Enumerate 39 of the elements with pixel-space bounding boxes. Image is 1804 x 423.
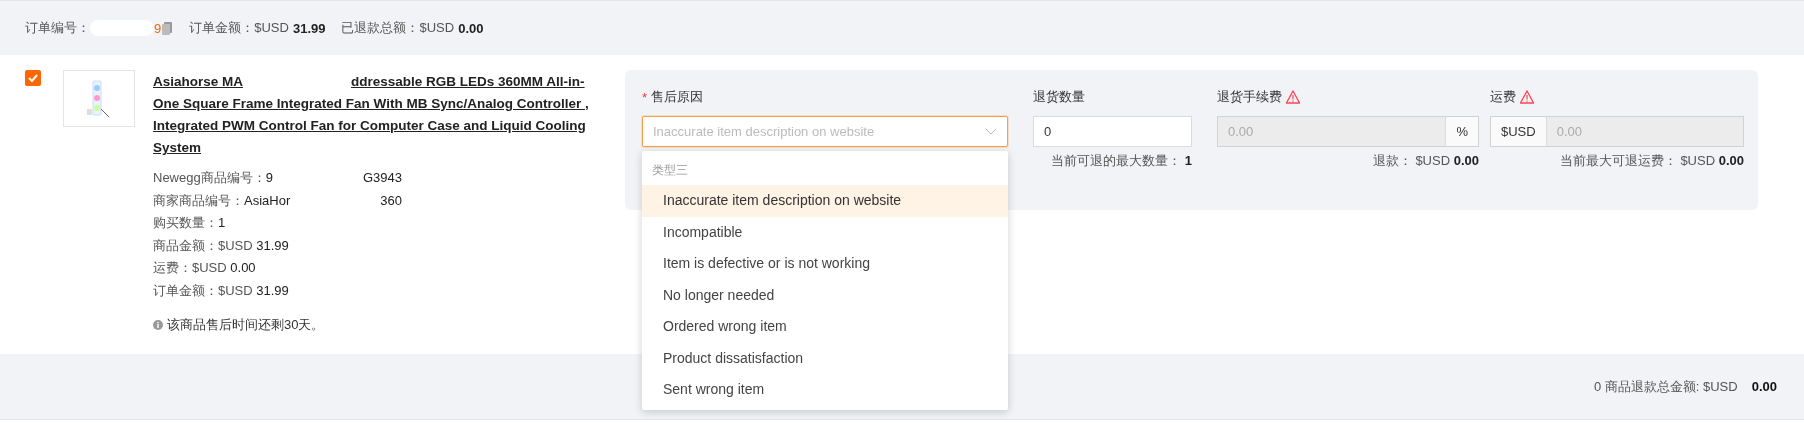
max-shipping-hint: 当前最大可退运费： $USD 0.00 bbox=[1558, 152, 1744, 170]
dropdown-option[interactable]: Sent wrong item bbox=[642, 374, 1008, 406]
product-detail: Newegg商品编号：9 G3943 bbox=[153, 169, 403, 187]
copy-icon bbox=[161, 20, 174, 36]
dropdown-option[interactable]: Product dissatisfaction bbox=[642, 342, 1008, 374]
refund-total-amount: 0.00 bbox=[1751, 379, 1777, 394]
after-sale-note: 该商品售后时间还剩30天。 bbox=[167, 316, 325, 334]
product-detail: 订单金额：$USD 31.99 bbox=[153, 281, 290, 300]
refund-hint: 退款： $USD 0.00 bbox=[1371, 152, 1479, 170]
dropdown-option[interactable]: Inaccurate item description on website bbox=[642, 185, 1008, 217]
refund-total-label: 0 商品退款总金额: $USD bbox=[1593, 377, 1738, 396]
chevron-down-icon bbox=[985, 128, 997, 135]
refunded-total: 已退款总额：$USD 0.00 bbox=[341, 19, 484, 37]
dropdown-option[interactable]: Ordered wrong item bbox=[642, 311, 1008, 343]
field-label: 运费 bbox=[1490, 88, 1516, 106]
order-number: 9 bbox=[154, 20, 162, 36]
quantity-input[interactable]: 0 bbox=[1033, 116, 1192, 147]
fee-input: 0.00 % bbox=[1217, 116, 1479, 147]
max-quantity-hint: 当前可退的最大数量： 1 bbox=[1050, 152, 1192, 170]
field-label: 退货手续费 bbox=[1217, 88, 1282, 106]
shipping-input: $USD 0.00 bbox=[1490, 116, 1744, 147]
dropdown-option[interactable]: Incompatible bbox=[642, 216, 1008, 248]
product-detail: 运费：$USD 0.00 bbox=[153, 259, 257, 277]
product-title-link[interactable]: Asiahorse MA ddressable RGB LEDs 360MM All-in-One Square Frame Integrated Fan With MB Sync/Analog Controller , Integrated PWM Control Fan for Computer Case and Liquid Cooling System bbox=[153, 65, 593, 159]
field-label: 退货数量 bbox=[1033, 88, 1085, 106]
info-icon bbox=[153, 320, 163, 330]
order-amount: 订单金额：$USD 31.99 bbox=[189, 19, 326, 37]
dropdown-option[interactable]: Item is defective or is not working bbox=[642, 248, 1008, 280]
field-label: 售后原因 bbox=[651, 88, 704, 106]
product-detail: 商品金额：$USD 31.99 bbox=[153, 236, 290, 255]
dropdown-option[interactable]: No longer needed bbox=[642, 279, 1008, 311]
product-photo-drawing bbox=[87, 78, 111, 119]
check-icon bbox=[27, 72, 39, 84]
product-detail: 购买数量：1 bbox=[153, 214, 227, 232]
order-number-label: 订单编号： bbox=[25, 19, 90, 37]
required-mark: * bbox=[642, 89, 648, 105]
item-checkbox[interactable] bbox=[25, 70, 41, 86]
product-detail: 商家商品编号：AsiaHor 360 bbox=[153, 191, 403, 210]
option-group-label: 类型三 bbox=[651, 163, 689, 178]
